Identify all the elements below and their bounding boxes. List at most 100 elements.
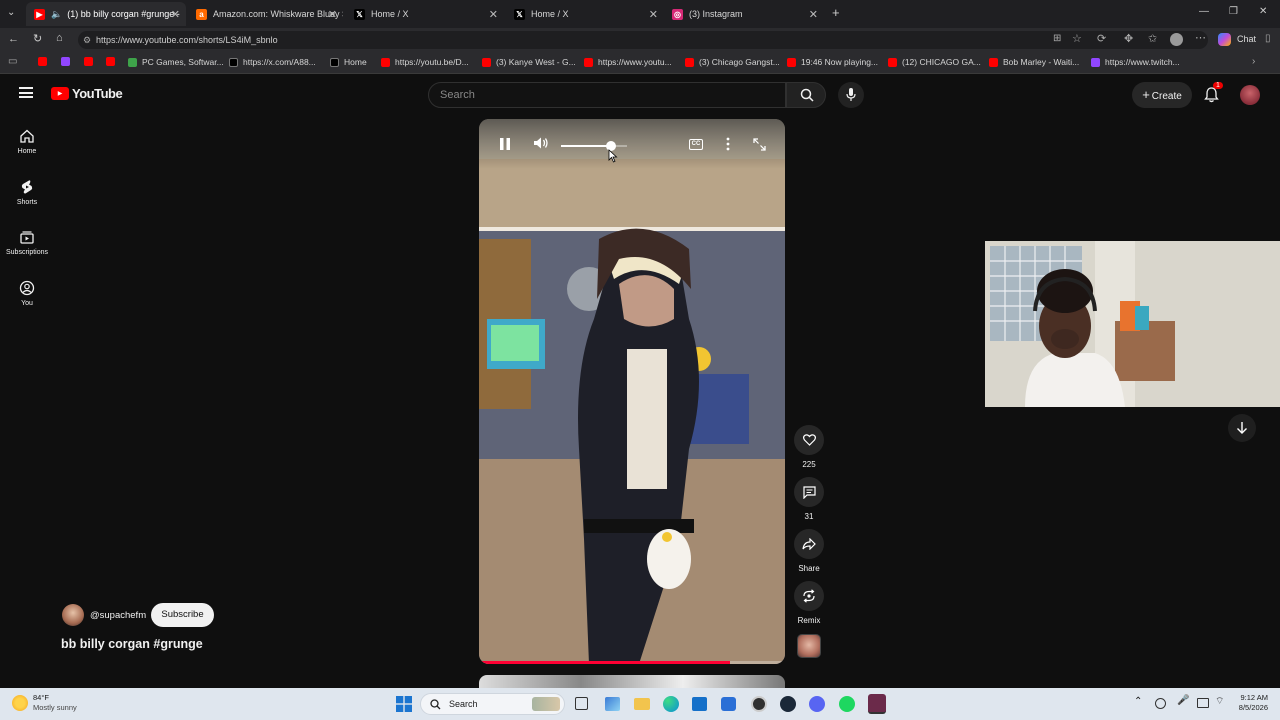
taskbar-search[interactable]: Search: [420, 693, 565, 715]
obs-icon[interactable]: [751, 696, 767, 712]
edge-icon[interactable]: [663, 696, 679, 712]
files-app-icon[interactable]: [605, 697, 620, 711]
discord-icon[interactable]: [809, 696, 825, 712]
create-button[interactable]: + Create: [1132, 82, 1192, 108]
bookmark[interactable]: https://www.youtu...: [584, 57, 672, 67]
nav-you[interactable]: You: [0, 280, 54, 307]
bookmark[interactable]: (3) Kanye West - G...: [482, 57, 576, 67]
url-field[interactable]: ⚙ https://www.youtube.com/shorts/LS4iM_s…: [78, 31, 1208, 49]
microphone-icon[interactable]: 🎤: [1177, 695, 1189, 706]
favorites-icon[interactable]: ✩: [1148, 32, 1157, 45]
captions-button[interactable]: CC: [689, 139, 703, 150]
chevron-up-icon[interactable]: ⌃: [1134, 696, 1142, 707]
sidebar-toggle-icon[interactable]: ▯: [1265, 33, 1271, 44]
tab-menu-icon[interactable]: ⌄: [7, 7, 15, 18]
wifi-icon[interactable]: ⌔: [1215, 695, 1224, 708]
bookmark[interactable]: [38, 57, 52, 66]
start-button[interactable]: [396, 696, 412, 712]
youtube-logo[interactable]: ▶ YouTube: [51, 86, 123, 101]
menu-icon[interactable]: [19, 87, 33, 98]
video-title[interactable]: bb billy corgan #grunge: [61, 637, 203, 651]
puzzle-icon[interactable]: ✥: [1124, 32, 1133, 45]
tab-youtube[interactable]: ▶ 🔈 (1) bb billy corgan #grunge - ✕: [26, 2, 186, 26]
bookmark[interactable]: 19:46 Now playing...: [787, 57, 878, 67]
more-options-button[interactable]: [726, 137, 732, 151]
nav-home[interactable]: Home: [0, 128, 54, 155]
tab-x-home-2[interactable]: 𝕏 Home / X ✕: [506, 2, 664, 26]
next-short-preview[interactable]: [479, 675, 785, 689]
channel-name[interactable]: @supachefm: [90, 610, 146, 621]
bookmark[interactable]: (3) Chicago Gangst...: [685, 57, 780, 67]
bookmark-label: (3) Chicago Gangst...: [699, 57, 780, 67]
close-icon[interactable]: ✕: [489, 8, 498, 21]
profile-avatar[interactable]: [1170, 33, 1183, 46]
favorite-star-icon[interactable]: ☆: [1072, 32, 1082, 45]
chevron-right-icon[interactable]: ›: [1252, 56, 1255, 67]
audio-source-thumbnail[interactable]: [797, 634, 821, 658]
chat-label[interactable]: Chat: [1237, 34, 1256, 44]
display-icon[interactable]: [1197, 698, 1209, 708]
weather-widget[interactable]: 84°F Mostly sunny: [12, 693, 77, 713]
reading-view-icon[interactable]: ▭: [8, 56, 17, 67]
remix-button[interactable]: Remix: [794, 581, 824, 625]
file-explorer-icon[interactable]: [634, 698, 650, 710]
channel-avatar[interactable]: [62, 604, 84, 626]
tab-x-home-1[interactable]: 𝕏 Home / X ✕: [346, 2, 504, 26]
home-icon[interactable]: ⌂: [56, 32, 63, 44]
bookmark[interactable]: Home: [330, 57, 367, 67]
app-icon[interactable]: [721, 697, 736, 711]
subscribe-button[interactable]: Subscribe: [151, 603, 214, 627]
bookmark[interactable]: [61, 57, 75, 66]
nav-subscriptions[interactable]: Subscriptions: [0, 229, 54, 256]
copilot-icon[interactable]: [1218, 33, 1231, 46]
nav-shorts[interactable]: Shorts: [0, 179, 54, 206]
scroll-down-button[interactable]: [1228, 414, 1256, 442]
steam-icon[interactable]: [780, 696, 796, 712]
spotify-icon[interactable]: [839, 696, 855, 712]
back-icon[interactable]: ←: [8, 33, 19, 45]
bookmark[interactable]: https://x.com/A88...: [229, 57, 316, 67]
shorts-video-player[interactable]: CC: [479, 119, 785, 664]
like-button[interactable]: 225: [794, 425, 824, 469]
extensions-icon[interactable]: ⟳: [1097, 32, 1106, 45]
share-button[interactable]: Share: [794, 529, 824, 573]
restore-icon[interactable]: ❐: [1229, 6, 1238, 17]
search-button[interactable]: [786, 82, 826, 108]
notifications-button[interactable]: 1: [1204, 82, 1223, 105]
clock[interactable]: 9:12 AM 8/5/2026: [1232, 693, 1268, 713]
tab-instagram[interactable]: ◎ (3) Instagram ✕: [664, 2, 824, 26]
game-app-icon[interactable]: [868, 694, 886, 714]
bookmark[interactable]: Bob Marley - Waiti...: [989, 57, 1079, 67]
bookmark[interactable]: (12) CHICAGO GA...: [888, 57, 981, 67]
voice-search-button[interactable]: [838, 82, 864, 108]
bookmark[interactable]: https://youtu.be/D...: [381, 57, 469, 67]
bookmark[interactable]: [106, 57, 120, 66]
close-window-icon[interactable]: ✕: [1259, 6, 1267, 17]
avatar[interactable]: [1240, 85, 1260, 105]
tab-amazon[interactable]: a Amazon.com: Whiskware Bluey St ✕: [188, 2, 343, 26]
more-icon[interactable]: ⋯: [1195, 31, 1206, 44]
close-icon[interactable]: ✕: [171, 8, 180, 21]
fullscreen-button[interactable]: [753, 138, 767, 152]
new-tab-icon[interactable]: +: [832, 5, 840, 20]
volume-button[interactable]: [533, 136, 551, 154]
bookmark[interactable]: PC Games, Softwar...: [128, 57, 224, 67]
store-icon[interactable]: [692, 697, 707, 711]
close-icon[interactable]: ✕: [809, 8, 818, 21]
comment-button[interactable]: 31: [794, 477, 824, 521]
close-icon[interactable]: ✕: [649, 8, 658, 21]
task-view-icon[interactable]: [575, 697, 588, 710]
pause-button[interactable]: [496, 135, 514, 153]
x-icon: 𝕏: [354, 8, 365, 20]
video-progress-track[interactable]: [479, 661, 785, 664]
bookmark[interactable]: https://www.twitch...: [1091, 57, 1180, 67]
tray-app-icon[interactable]: [1155, 698, 1166, 709]
reload-icon[interactable]: ↻: [33, 32, 42, 45]
minimize-icon[interactable]: —: [1199, 6, 1209, 17]
volume-slider[interactable]: [561, 141, 627, 151]
bookmark[interactable]: [84, 57, 98, 66]
app-icon[interactable]: ⊞: [1053, 33, 1061, 44]
search-input[interactable]: Search: [428, 82, 786, 108]
site-info-icon[interactable]: ⚙: [83, 31, 91, 49]
close-icon[interactable]: ✕: [328, 8, 337, 21]
